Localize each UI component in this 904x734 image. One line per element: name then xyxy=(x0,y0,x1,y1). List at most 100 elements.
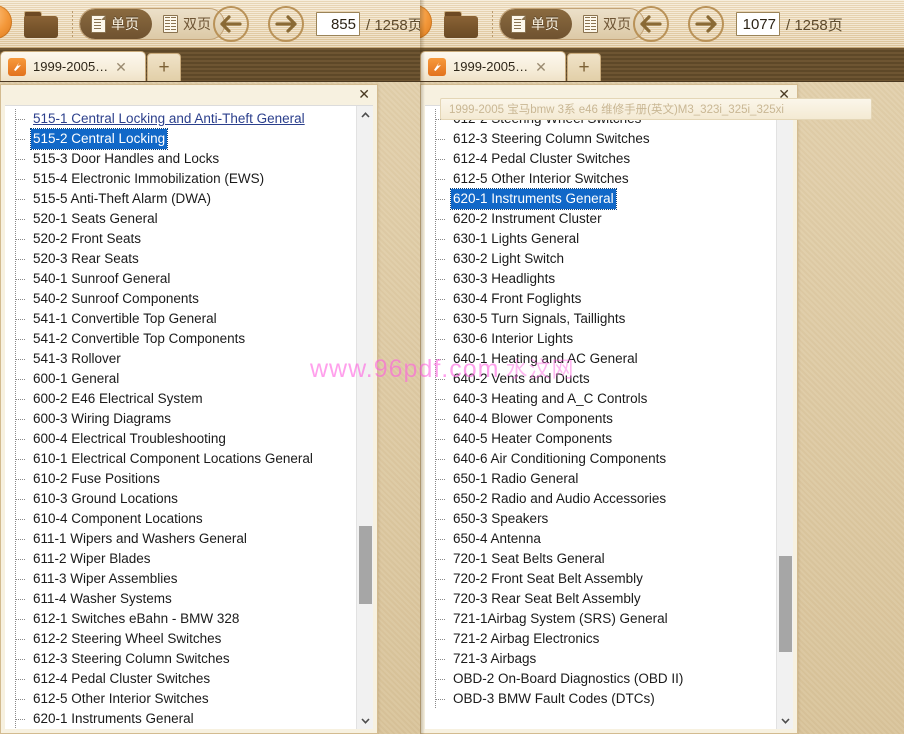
outline-item[interactable]: 620-1 Instruments General xyxy=(5,709,356,729)
previous-page-button-right[interactable] xyxy=(633,6,669,42)
outline-item[interactable]: 620-1 Instruments General xyxy=(425,188,776,210)
previous-page-button-left[interactable] xyxy=(213,6,249,42)
scroll-thumb-right[interactable] xyxy=(779,556,792,652)
outline-item[interactable]: 612-3 Steering Column Switches xyxy=(5,649,356,669)
outline-item[interactable]: 720-1 Seat Belts General xyxy=(425,549,776,569)
outline-item[interactable]: 611-1 Wipers and Washers General xyxy=(5,529,356,549)
outline-item[interactable]: 612-2 Steering Wheel Switches xyxy=(5,629,356,649)
outline-item[interactable]: 640-2 Vents and Ducts xyxy=(425,369,776,389)
outline-panel-close-button-right[interactable]: ✕ xyxy=(778,87,790,101)
outline-item[interactable]: 540-2 Sunroof Components xyxy=(5,289,356,309)
outline-item[interactable]: 600-3 Wiring Diagrams xyxy=(5,409,356,429)
outline-item[interactable]: 630-1 Lights General xyxy=(425,229,776,249)
outline-item[interactable]: 610-3 Ground Locations xyxy=(5,489,356,509)
outline-item[interactable]: 640-3 Heating and A_C Controls xyxy=(425,389,776,409)
view-mode-group-right[interactable]: 单页 双页 xyxy=(499,8,645,40)
outline-item[interactable]: 515-5 Anti-Theft Alarm (DWA) xyxy=(5,189,356,209)
outline-item[interactable]: 612-5 Other Interior Switches xyxy=(425,169,776,189)
outline-item[interactable]: 630-6 Interior Lights xyxy=(425,329,776,349)
new-tab-button-left[interactable]: + xyxy=(147,53,181,81)
view-single-page-button-right[interactable]: 单页 xyxy=(500,9,572,39)
outline-item[interactable]: 612-5 Other Interior Switches xyxy=(5,689,356,709)
outline-item[interactable]: 520-2 Front Seats xyxy=(5,229,356,249)
arrow-left-icon xyxy=(220,15,242,33)
outline-item[interactable]: 721-3 Airbags xyxy=(425,649,776,669)
outline-item[interactable]: 630-3 Headlights xyxy=(425,269,776,289)
folder-icon[interactable] xyxy=(24,11,58,38)
outline-item-label: 630-4 Front Foglights xyxy=(453,291,582,306)
page-number-input-right[interactable] xyxy=(736,12,780,36)
outline-panel-close-button-left[interactable]: ✕ xyxy=(358,87,370,101)
outline-item[interactable]: 520-1 Seats General xyxy=(5,209,356,229)
outline-item[interactable]: 540-1 Sunroof General xyxy=(5,269,356,289)
outline-item[interactable]: 630-2 Light Switch xyxy=(425,249,776,269)
outline-item[interactable]: OBD-2 On-Board Diagnostics (OBD II) xyxy=(425,669,776,689)
outline-item[interactable]: 640-1 Heating and AC General xyxy=(425,349,776,369)
folder-icon-right[interactable] xyxy=(444,11,478,38)
outline-item-label: 610-4 Component Locations xyxy=(33,511,203,526)
outline-item[interactable]: 720-2 Front Seat Belt Assembly xyxy=(425,569,776,589)
outline-item[interactable]: 515-2 Central Locking xyxy=(5,128,356,150)
outline-item[interactable]: 541-3 Rollover xyxy=(5,349,356,369)
outline-item[interactable]: 640-4 Blower Components xyxy=(425,409,776,429)
outline-scrollbar-left[interactable] xyxy=(356,106,373,729)
outline-item[interactable]: 612-4 Pedal Cluster Switches xyxy=(5,669,356,689)
outline-item[interactable]: 612-2 Steering Wheel Switches xyxy=(425,109,776,129)
outline-item[interactable]: 721-1Airbag System (SRS) General xyxy=(425,609,776,629)
outline-item[interactable]: 721-2 Airbag Electronics xyxy=(425,629,776,649)
new-tab-button-right[interactable]: + xyxy=(567,53,601,81)
scroll-up-button-right[interactable] xyxy=(777,106,793,123)
next-page-button-left[interactable] xyxy=(268,6,304,42)
outline-item[interactable]: 640-6 Air Conditioning Components xyxy=(425,449,776,469)
outline-item-label: 650-4 Antenna xyxy=(453,531,541,546)
outline-item[interactable]: OBD-3 BMW Fault Codes (DTCs) xyxy=(425,689,776,709)
page-number-input-left[interactable] xyxy=(316,12,360,36)
view-single-page-button-left[interactable]: 单页 xyxy=(80,9,152,39)
outline-item[interactable]: 630-4 Front Foglights xyxy=(425,289,776,309)
outline-item[interactable]: 630-5 Turn Signals, Taillights xyxy=(425,309,776,329)
view-single-label: 单页 xyxy=(111,16,139,32)
outline-item[interactable]: 612-3 Steering Column Switches xyxy=(425,129,776,149)
scroll-down-button-right[interactable] xyxy=(777,712,793,729)
view-dual-label-right: 双页 xyxy=(603,16,631,32)
outline-item-label: 541-3 Rollover xyxy=(33,351,121,366)
outline-item[interactable]: 720-3 Rear Seat Belt Assembly xyxy=(425,589,776,609)
outline-item[interactable]: 515-4 Electronic Immobilization (EWS) xyxy=(5,169,356,189)
outline-item[interactable]: 611-3 Wiper Assemblies xyxy=(5,569,356,589)
outline-item[interactable]: 610-1 Electrical Component Locations Gen… xyxy=(5,449,356,469)
outline-item[interactable]: 600-2 E46 Electrical System xyxy=(5,389,356,409)
outline-item[interactable]: 520-3 Rear Seats xyxy=(5,249,356,269)
next-page-button-right[interactable] xyxy=(688,6,724,42)
tabstrip-right: 1999-2005… ✕ + xyxy=(420,48,904,82)
scroll-down-button-left[interactable] xyxy=(357,712,373,729)
outline-item[interactable]: 650-1 Radio General xyxy=(425,469,776,489)
scroll-up-button-left[interactable] xyxy=(357,106,373,123)
tab-close-button-right[interactable]: ✕ xyxy=(535,60,547,74)
outline-item-label: 540-2 Sunroof Components xyxy=(33,291,199,306)
outline-scrollbar-right[interactable] xyxy=(776,106,793,729)
outline-item[interactable]: 541-1 Convertible Top General xyxy=(5,309,356,329)
arrow-right-icon-right xyxy=(695,15,717,33)
tab-close-button-left[interactable]: ✕ xyxy=(115,60,127,74)
app-badge-icon xyxy=(0,5,12,39)
outline-item[interactable]: 611-4 Washer Systems xyxy=(5,589,356,609)
outline-item[interactable]: 610-2 Fuse Positions xyxy=(5,469,356,489)
outline-item[interactable]: 612-1 Switches eBahn - BMW 328 xyxy=(5,609,356,629)
outline-item[interactable]: 515-3 Door Handles and Locks xyxy=(5,149,356,169)
document-tab-right[interactable]: 1999-2005… ✕ xyxy=(420,51,566,81)
outline-item[interactable]: 600-1 General xyxy=(5,369,356,389)
outline-item[interactable]: 541-2 Convertible Top Components xyxy=(5,329,356,349)
outline-item[interactable]: 650-4 Antenna xyxy=(425,529,776,549)
outline-item[interactable]: 600-4 Electrical Troubleshooting xyxy=(5,429,356,449)
outline-item[interactable]: 610-4 Component Locations xyxy=(5,509,356,529)
scroll-thumb-left[interactable] xyxy=(359,526,372,604)
outline-item[interactable]: 515-1 Central Locking and Anti-Theft Gen… xyxy=(5,109,356,129)
view-mode-group-left[interactable]: 单页 双页 xyxy=(79,8,225,40)
outline-item[interactable]: 650-2 Radio and Audio Accessories xyxy=(425,489,776,509)
document-tab-left[interactable]: 1999-2005… ✕ xyxy=(0,51,146,81)
outline-item[interactable]: 640-5 Heater Components xyxy=(425,429,776,449)
outline-item[interactable]: 612-4 Pedal Cluster Switches xyxy=(425,149,776,169)
outline-item[interactable]: 611-2 Wiper Blades xyxy=(5,549,356,569)
outline-item[interactable]: 650-3 Speakers xyxy=(425,509,776,529)
outline-item[interactable]: 620-2 Instrument Cluster xyxy=(425,209,776,229)
